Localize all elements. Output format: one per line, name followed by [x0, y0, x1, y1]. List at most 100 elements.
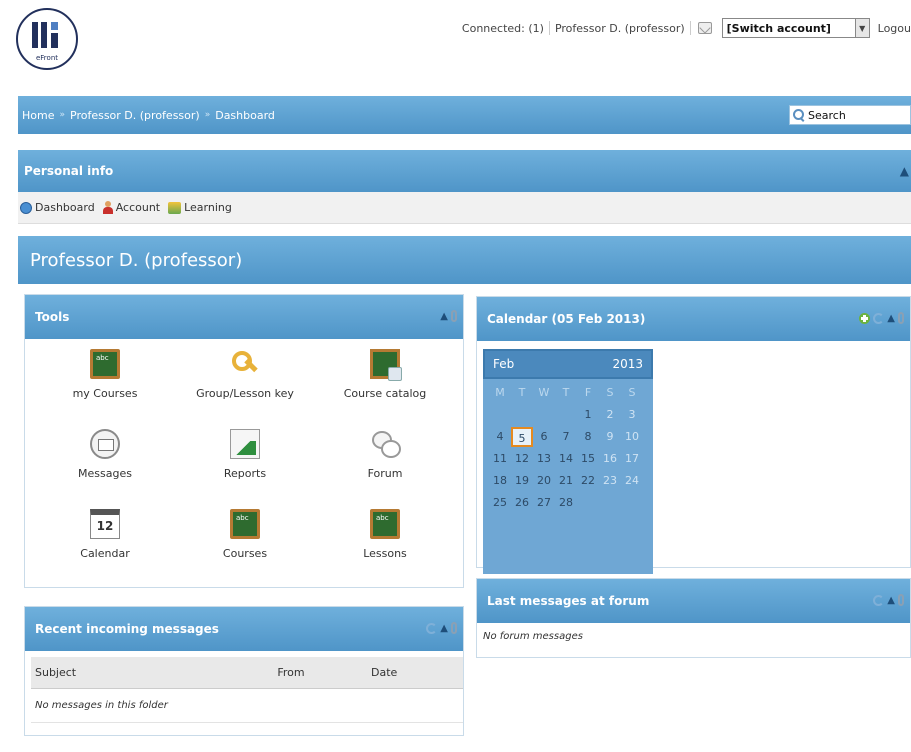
calendar-day[interactable]: 28 — [555, 493, 577, 513]
dashboard-icon — [20, 201, 32, 214]
weekday-label: W — [538, 386, 550, 399]
calendar-day[interactable]: 27 — [533, 493, 555, 513]
calendar-day[interactable]: 26 — [511, 493, 533, 513]
personal-info-header: Personal info ▲ — [18, 150, 911, 192]
calendar-month[interactable]: Feb — [493, 357, 514, 371]
forum-title: Last messages at forum — [487, 594, 650, 608]
dropdown-caret-icon[interactable]: ▼ — [854, 19, 869, 37]
tab-learning[interactable]: Learning — [168, 201, 232, 214]
collapse-icon[interactable]: ▲ — [887, 595, 895, 606]
tool-course-catalog[interactable]: Course catalog — [315, 345, 455, 417]
calendar-day[interactable]: 2 — [599, 405, 621, 425]
personal-info-title: Personal info — [24, 164, 114, 178]
empty-messages-text: No messages in this folder — [31, 689, 463, 723]
calendar-day[interactable]: 12 — [511, 449, 533, 469]
calendar-day[interactable]: 13 — [533, 449, 555, 469]
calendar-day[interactable]: 4 — [489, 427, 511, 447]
paperclip-icon[interactable] — [898, 312, 904, 324]
calendar-day[interactable]: 18 — [489, 471, 511, 491]
tool-label: Group/Lesson key — [196, 387, 294, 400]
tool-label: Calendar — [80, 547, 130, 560]
tab-dashboard-label: Dashboard — [35, 201, 95, 214]
collapse-icon[interactable]: ▲ — [440, 623, 448, 634]
tools-grid: my Courses Group/Lesson key Course catal… — [35, 345, 455, 577]
speech-bubbles-icon — [370, 429, 401, 459]
tool-messages[interactable]: Messages — [35, 425, 175, 497]
calendar-day[interactable]: 14 — [555, 449, 577, 469]
refresh-icon[interactable] — [873, 594, 885, 606]
account-strip: Connected: (1) Professor D. (professor) … — [462, 14, 911, 42]
tab-account[interactable]: Account — [102, 201, 161, 214]
calendar-day[interactable]: 22 — [577, 471, 599, 491]
envelope-icon — [90, 429, 120, 459]
tab-dashboard[interactable]: Dashboard — [20, 201, 95, 214]
tool-label: Forum — [367, 467, 403, 480]
tools-panel: Tools ▲ my Courses Group/Lesson key Cour… — [24, 294, 464, 588]
tab-learning-label: Learning — [184, 201, 232, 214]
calendar-day[interactable]: 25 — [489, 493, 511, 513]
efront-logo[interactable]: eFront — [16, 8, 78, 70]
profile-name: Professor D. (professor) — [30, 249, 243, 271]
chalkboard-icon — [370, 509, 400, 539]
column-from[interactable]: From — [231, 666, 351, 679]
tool-reports[interactable]: Reports — [175, 425, 315, 497]
column-date[interactable]: Date — [351, 666, 463, 679]
tool-label: Courses — [222, 547, 268, 560]
breadcrumb-home[interactable]: Home — [22, 109, 54, 122]
breadcrumb-user[interactable]: Professor D. (professor) — [70, 109, 200, 122]
forum-panel: Last messages at forum ▲ No forum messag… — [476, 578, 911, 658]
collapse-icon[interactable]: ▲ — [887, 313, 895, 324]
current-user[interactable]: Professor D. (professor) — [555, 22, 685, 35]
tool-group-lesson-key[interactable]: Group/Lesson key — [175, 345, 315, 417]
switch-account-select[interactable]: [Switch account] ▼ — [721, 18, 870, 38]
collapse-icon[interactable]: ▲ — [900, 164, 909, 178]
calendar-day[interactable]: 10 — [621, 427, 643, 447]
weekday-label: S — [628, 386, 636, 399]
collapse-icon[interactable]: ▲ — [440, 311, 448, 322]
calendar-today[interactable]: 5 — [511, 427, 533, 447]
calendar-day[interactable]: 15 — [577, 449, 599, 469]
calendar-day[interactable]: 1 — [577, 405, 599, 425]
tab-account-label: Account — [115, 201, 161, 214]
breadcrumb: Home » Professor D. (professor) » Dashbo… — [18, 96, 911, 134]
key-icon — [230, 349, 260, 379]
calendar-day[interactable]: 20 — [533, 471, 555, 491]
connected-count: Connected: (1) — [461, 21, 544, 35]
refresh-icon[interactable] — [873, 312, 885, 324]
calendar-day[interactable]: 17 — [621, 449, 643, 469]
mail-icon[interactable] — [697, 22, 712, 34]
paperclip-icon[interactable] — [451, 622, 457, 634]
tool-courses[interactable]: Courses — [175, 505, 315, 577]
tool-lessons[interactable]: Lessons — [315, 505, 455, 577]
refresh-icon[interactable] — [426, 622, 438, 634]
calendar-day[interactable]: 3 — [621, 405, 643, 425]
calendar-day[interactable]: 16 — [599, 449, 621, 469]
tool-forum[interactable]: Forum — [315, 425, 455, 497]
calendar-day[interactable]: 24 — [621, 471, 643, 491]
divider — [548, 21, 550, 35]
add-event-icon[interactable] — [859, 312, 871, 324]
recent-messages-title: Recent incoming messages — [35, 622, 219, 636]
calendar-day[interactable]: 21 — [555, 471, 577, 491]
calendar-year[interactable]: 2013 — [612, 357, 643, 371]
catalog-icon — [370, 349, 402, 381]
paperclip-icon[interactable] — [898, 594, 904, 606]
calendar-day[interactable]: 23 — [599, 471, 621, 491]
paperclip-icon[interactable] — [451, 310, 457, 322]
calendar-grid: M T W T F S S 1 2 3 4 5 6 7 8 9 10 11 12 13 14 15 16 17 18 19 20 21… — [483, 379, 653, 513]
calendar-blank — [621, 493, 643, 513]
calendar-day[interactable]: 8 — [577, 427, 599, 447]
calendar-day[interactable]: 11 — [489, 449, 511, 469]
tool-calendar[interactable]: 12 Calendar — [35, 505, 175, 577]
calendar-day[interactable]: 7 — [555, 427, 577, 447]
calendar-blank — [577, 493, 599, 513]
search-box[interactable]: Search — [789, 105, 911, 125]
breadcrumb-dashboard[interactable]: Dashboard — [215, 109, 275, 122]
report-chart-icon — [230, 429, 260, 459]
column-subject[interactable]: Subject — [31, 666, 231, 679]
calendar-day[interactable]: 9 — [599, 427, 621, 447]
calendar-day[interactable]: 19 — [511, 471, 533, 491]
tool-my-courses[interactable]: my Courses — [35, 345, 175, 417]
logout-link[interactable]: Logou — [878, 22, 911, 35]
calendar-day[interactable]: 6 — [533, 427, 555, 447]
